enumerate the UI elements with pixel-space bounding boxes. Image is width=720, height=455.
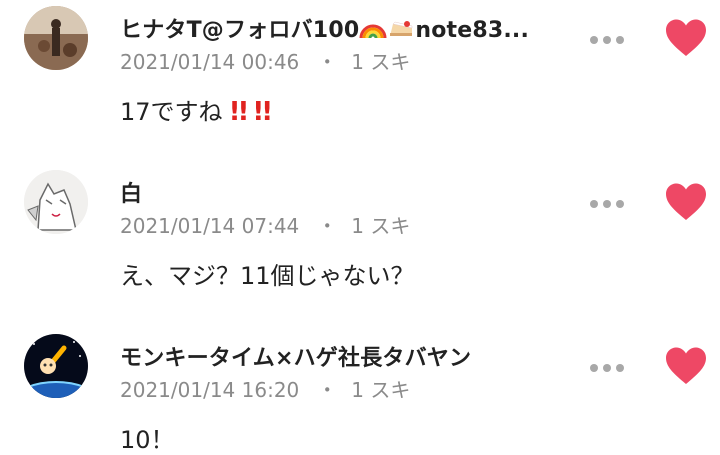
comment-item: 白 2021/01/14 07:44 ・ 1 スキ え、マジ？11個じゃない？: [0, 168, 720, 318]
author-name: ヒナタT@フォロバ100: [120, 18, 360, 43]
avatar[interactable]: [24, 170, 88, 234]
avatar-image: [24, 170, 88, 234]
double-exclamation-icon: !!: [222, 97, 250, 127]
avatar[interactable]: [24, 334, 88, 398]
like-count[interactable]: 1 スキ: [351, 50, 410, 74]
rainbow-icon: [359, 16, 387, 46]
avatar-image: [24, 6, 88, 70]
comment-text-content: 17ですね: [120, 98, 223, 126]
timestamp: 2021/01/14 16:20: [120, 378, 300, 402]
avatar[interactable]: [24, 6, 88, 70]
comment-item: モンキータイム×ハゲ社長タバヤン 2021/01/14 16:20 ・ 1 スキ 1…: [0, 332, 720, 455]
timestamp: 2021/01/14 00:46: [120, 50, 300, 74]
comment-author[interactable]: ヒナタT@フォロバ100 note83...: [120, 12, 529, 46]
author-name-suffix: note83...: [415, 18, 530, 43]
meta-separator: ・: [317, 214, 338, 238]
comment-text: え、マジ？11個じゃない？: [120, 262, 415, 290]
more-options-icon[interactable]: [590, 362, 624, 372]
comment-meta: 2021/01/14 00:46 ・ 1 スキ: [120, 46, 410, 75]
comment-text: 10！: [120, 426, 175, 454]
avatar-image: [24, 334, 88, 398]
cake-icon: [387, 16, 415, 46]
more-options-icon[interactable]: [590, 198, 624, 208]
heart-icon[interactable]: [664, 182, 708, 222]
meta-separator: ・: [317, 378, 338, 402]
double-exclamation-icon: !!: [246, 97, 273, 127]
comment-author[interactable]: モンキータイム×ハゲ社長タバヤン: [120, 340, 471, 372]
heart-icon[interactable]: [664, 18, 708, 58]
like-count[interactable]: 1 スキ: [351, 214, 410, 238]
comment-text: 17ですね !! !!: [120, 92, 273, 127]
meta-separator: ・: [317, 50, 338, 74]
comment-author[interactable]: 白: [120, 176, 142, 208]
comment-meta: 2021/01/14 07:44 ・ 1 スキ: [120, 210, 410, 239]
comment-meta: 2021/01/14 16:20 ・ 1 スキ: [120, 374, 410, 403]
comment-item: ヒナタT@フォロバ100 note83... 2021/01/14 00:46 ・ 1…: [0, 4, 720, 154]
timestamp: 2021/01/14 07:44: [120, 214, 300, 238]
heart-icon[interactable]: [664, 346, 708, 386]
like-count[interactable]: 1 スキ: [351, 378, 410, 402]
more-options-icon[interactable]: [590, 34, 624, 44]
